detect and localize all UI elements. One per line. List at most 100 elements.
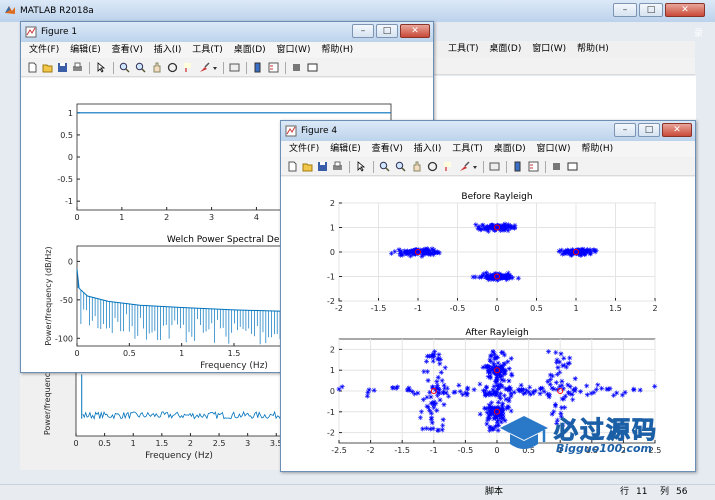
f4-menu-insert[interactable]: 插入(I) <box>414 141 442 157</box>
scatter-point <box>440 417 446 423</box>
dropdown-arrow-icon[interactable] <box>472 161 478 172</box>
f4-menu-file[interactable]: 文件(F) <box>289 141 319 157</box>
x-tick-label: 0.5 <box>98 439 111 448</box>
figure4-minimize-button[interactable]: – <box>614 123 636 137</box>
y-tick-label: 1 <box>68 109 73 118</box>
scatter-point <box>502 272 508 278</box>
scatter-point <box>456 382 462 388</box>
legend-icon[interactable] <box>528 161 539 172</box>
colorbar-icon[interactable] <box>512 161 523 172</box>
f4-menu-help[interactable]: 帮助(H) <box>581 141 613 157</box>
close-button[interactable]: ✕ <box>665 3 705 17</box>
matlab-menubar: 工具(T) 桌面(D) 窗口(W) 帮助(H) <box>434 41 695 57</box>
legend-icon[interactable] <box>268 62 279 73</box>
matlab-toolbar <box>434 57 695 75</box>
f4-menu-desktop[interactable]: 桌面(D) <box>494 141 526 157</box>
hide-tools-icon[interactable] <box>291 62 302 73</box>
pointer-icon[interactable] <box>356 161 367 172</box>
brush-icon[interactable] <box>459 161 470 172</box>
matlab-editor-area <box>434 76 696 122</box>
main-bottom-figure-area: 0 0.5 1 1.5 2 2.5 3 3.5 Frequency (Hz) Power/freq… <box>20 371 283 470</box>
pan-icon[interactable] <box>151 62 162 73</box>
main-menu-window[interactable]: 窗口(W) <box>532 41 566 57</box>
data-cursor-icon[interactable] <box>443 161 454 172</box>
f1-menu-insert[interactable]: 插入(I) <box>154 42 182 58</box>
f1-menu-file[interactable]: 文件(F) <box>29 42 59 58</box>
open-file-icon[interactable] <box>42 62 53 73</box>
rotate-icon[interactable] <box>427 161 438 172</box>
scatter-point <box>481 225 487 231</box>
scatter-point <box>427 426 433 432</box>
print-icon[interactable] <box>332 161 343 172</box>
scatter-point <box>487 373 493 379</box>
scatter-point <box>518 382 524 388</box>
matlab-titlebar[interactable]: MATLAB R2018a – □ ✕ <box>0 0 715 22</box>
brush-icon[interactable] <box>199 62 210 73</box>
figure1-titlebar[interactable]: Figure 1 – □ ✕ <box>21 22 433 42</box>
main-menu-help[interactable]: 帮助(H) <box>577 41 609 57</box>
minimize-button[interactable]: – <box>613 3 637 17</box>
link-plot-icon[interactable] <box>489 161 500 172</box>
x-tick-label: 2 <box>188 439 193 448</box>
y-tick-label: -0.5 <box>57 175 73 184</box>
data-cursor-icon[interactable] <box>183 62 194 73</box>
dropdown-arrow-icon[interactable] <box>212 62 218 73</box>
open-file-icon[interactable] <box>302 161 313 172</box>
zoom-in-icon[interactable] <box>119 62 130 73</box>
main-menu-desktop[interactable]: 桌面(D) <box>489 41 521 57</box>
f4-menu-edit[interactable]: 编辑(E) <box>330 141 361 157</box>
show-tools-icon[interactable] <box>307 62 318 73</box>
scatter-point <box>366 387 372 393</box>
scatter-point <box>404 387 410 393</box>
f1-menu-edit[interactable]: 编辑(E) <box>70 42 101 58</box>
f1-menu-window[interactable]: 窗口(W) <box>277 42 311 58</box>
scatter-point <box>484 421 490 427</box>
show-tools-icon[interactable] <box>567 161 578 172</box>
zoom-in-icon[interactable] <box>379 161 390 172</box>
link-plot-icon[interactable] <box>229 62 240 73</box>
zoom-out-icon[interactable] <box>395 161 406 172</box>
figure1-close-button[interactable]: ✕ <box>400 24 430 38</box>
x-tick-label: 3 <box>245 439 250 448</box>
new-figure-icon[interactable] <box>287 161 298 172</box>
scatter-point <box>460 392 466 398</box>
x-tick-label: -2 <box>367 446 375 455</box>
figure4-titlebar[interactable]: Figure 4 – □ ✕ <box>281 121 695 141</box>
save-icon[interactable] <box>317 161 328 172</box>
figure1-maximize-button[interactable]: □ <box>376 24 398 38</box>
scatter-point <box>537 386 543 392</box>
hide-tools-icon[interactable] <box>551 161 562 172</box>
save-icon[interactable] <box>57 62 68 73</box>
scatter-point <box>489 400 495 406</box>
scatter-point <box>435 374 441 380</box>
x-tick-label: 3 <box>209 213 214 222</box>
f4-menu-view[interactable]: 查看(V) <box>372 141 403 157</box>
f1-menu-desktop[interactable]: 桌面(D) <box>234 42 266 58</box>
scatter-point <box>339 384 345 390</box>
scatter-point <box>567 355 573 361</box>
pointer-icon[interactable] <box>96 62 107 73</box>
zoom-out-icon[interactable] <box>135 62 146 73</box>
x-tick-label: 0 <box>494 304 499 313</box>
print-icon[interactable] <box>72 62 83 73</box>
scatter-point <box>439 427 445 433</box>
x-tick-label: 0 <box>73 439 78 448</box>
figure4-close-button[interactable]: ✕ <box>662 123 692 137</box>
new-figure-icon[interactable] <box>27 62 38 73</box>
matlab-statusbar: 脚本 行 11 列 56 <box>0 484 715 500</box>
f1-menu-tools[interactable]: 工具(T) <box>192 42 223 58</box>
f4-menu-window[interactable]: 窗口(W) <box>537 141 571 157</box>
f4-menu-tools[interactable]: 工具(T) <box>452 141 483 157</box>
pan-icon[interactable] <box>411 161 422 172</box>
f1-menu-help[interactable]: 帮助(H) <box>321 42 353 58</box>
colorbar-icon[interactable] <box>252 62 263 73</box>
scatter-point <box>584 392 590 398</box>
x-tick-label: 0 <box>74 349 79 358</box>
figure1-minimize-button[interactable]: – <box>352 24 374 38</box>
rotate-icon[interactable] <box>167 62 178 73</box>
figure4-maximize-button[interactable]: □ <box>638 123 660 137</box>
main-menu-tools[interactable]: 工具(T) <box>448 41 479 57</box>
maximize-button[interactable]: □ <box>639 3 663 17</box>
y-tick-label: 1 <box>330 224 335 233</box>
f1-menu-view[interactable]: 查看(V) <box>112 42 143 58</box>
